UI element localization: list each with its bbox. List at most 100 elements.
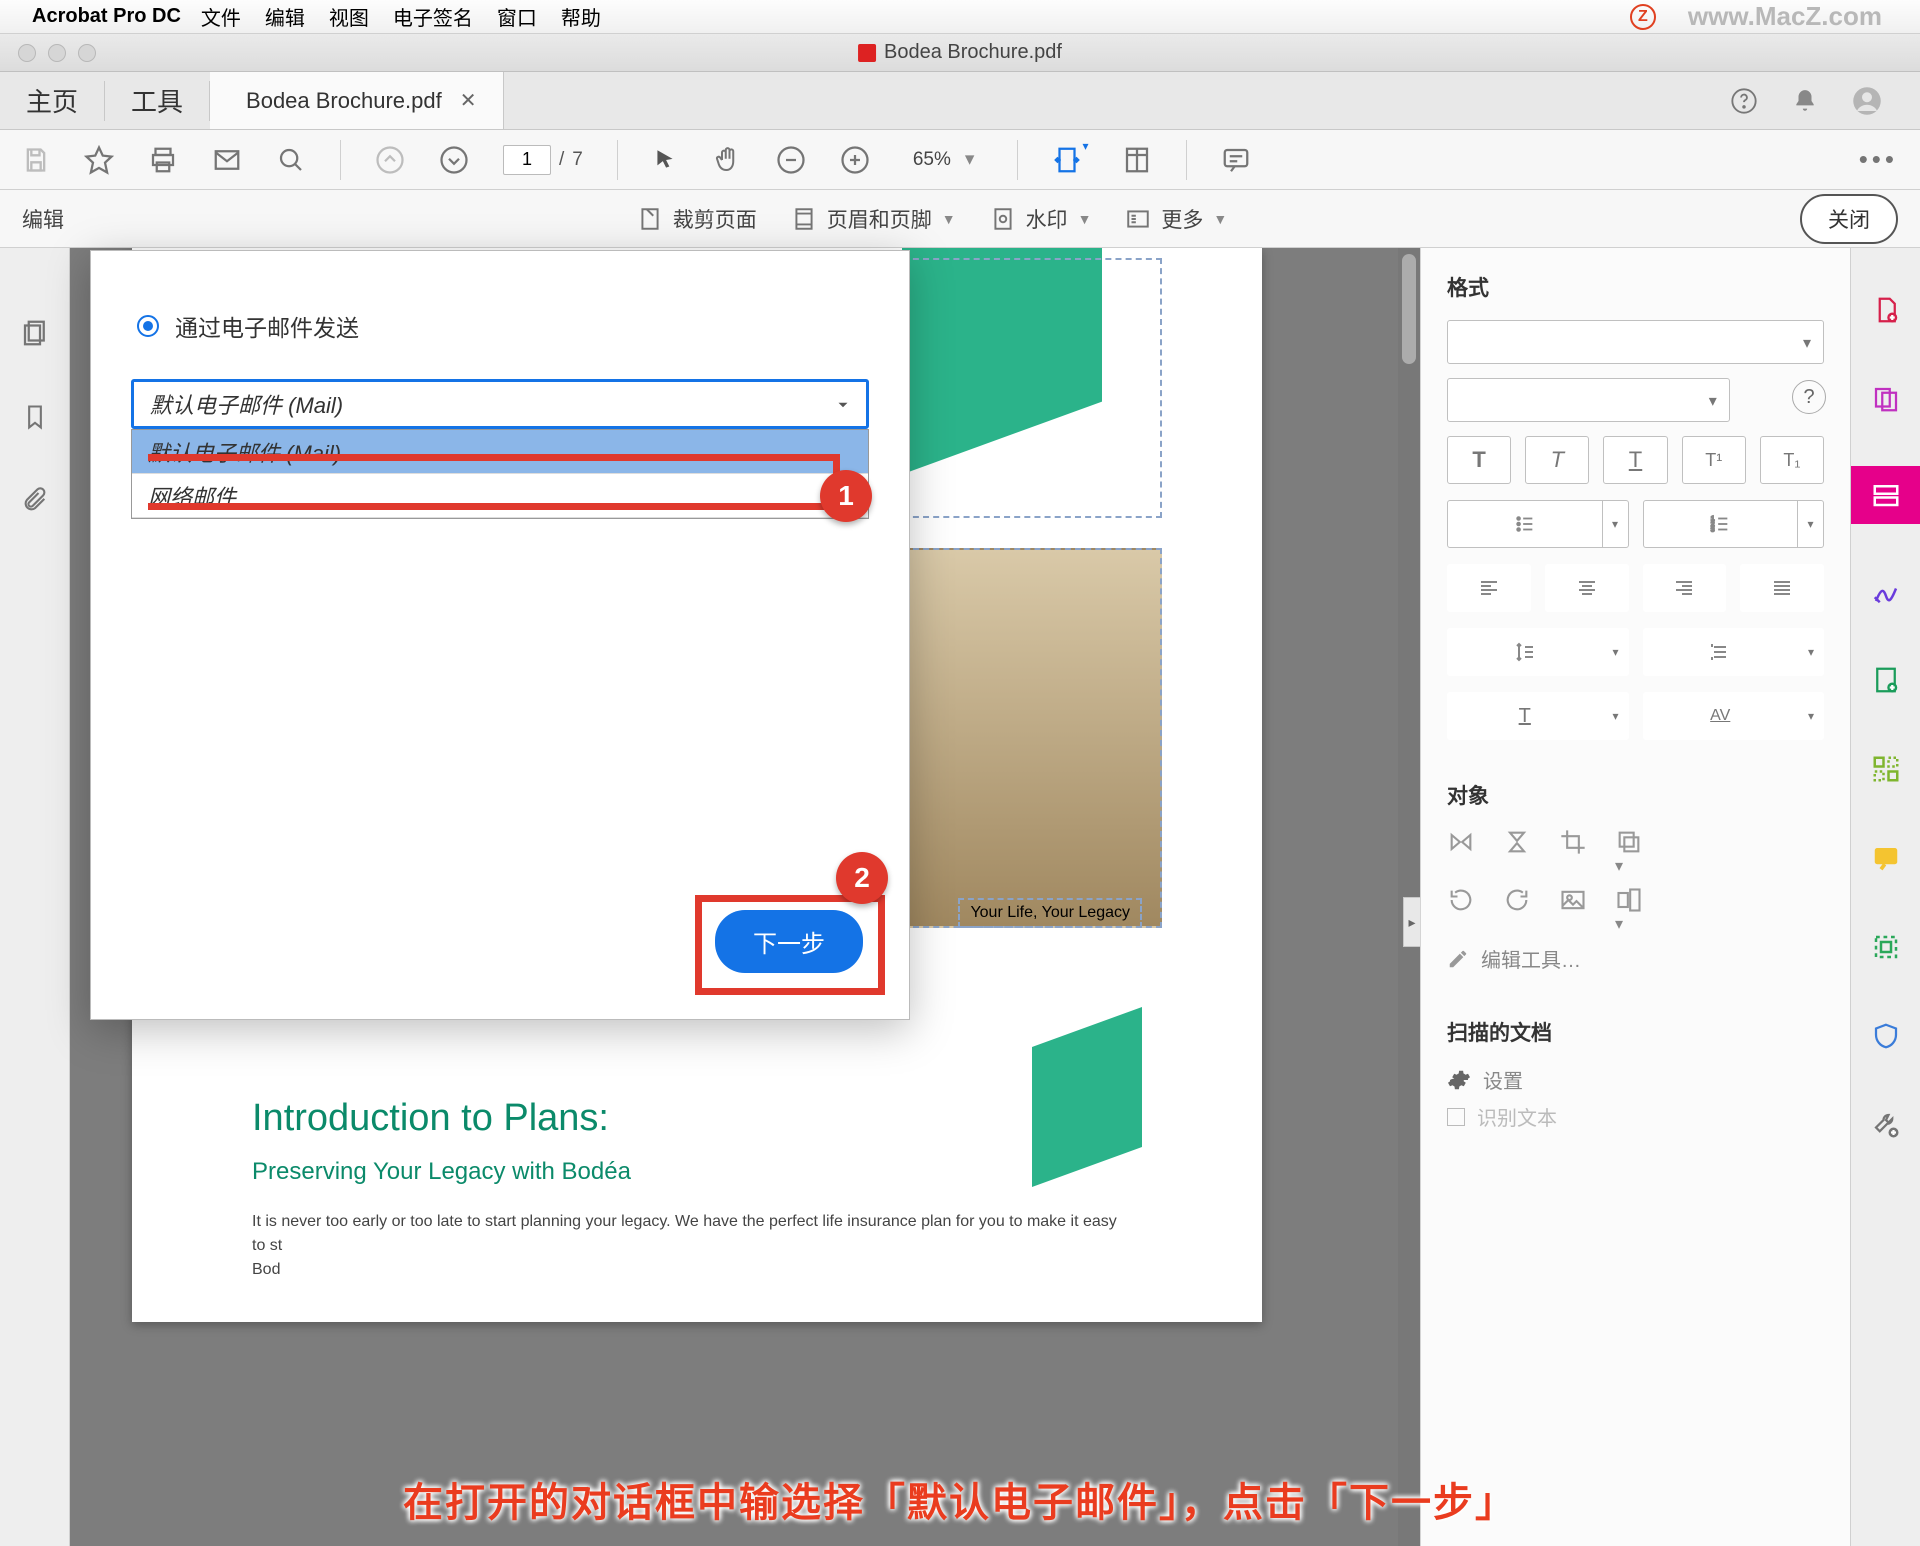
settings-button[interactable]: 设置	[1447, 1065, 1824, 1094]
align-center-button[interactable]	[1545, 564, 1629, 612]
edit-pdf-icon[interactable]	[1851, 466, 1920, 524]
scan-title: 扫描的文档	[1447, 1017, 1824, 1047]
edit-toolbar: 编辑 裁剪页面 页眉和页脚▼ 水印▼ 更多▼ 关闭	[0, 190, 1920, 248]
comment-icon[interactable]	[1221, 145, 1251, 175]
superscript-button[interactable]: T¹	[1682, 436, 1746, 484]
save-icon[interactable]	[22, 146, 50, 174]
menu-file[interactable]: 文件	[201, 2, 241, 31]
doc-body: Bod	[252, 1258, 1142, 1282]
align-objects-icon[interactable]: ▾	[1615, 886, 1643, 934]
menu-view[interactable]: 视图	[329, 2, 369, 31]
organize-icon[interactable]	[1864, 747, 1908, 791]
more-icon[interactable]: •••	[1859, 144, 1898, 175]
window-title: Bodea Brochure.pdf	[858, 41, 1062, 64]
align-right-button[interactable]	[1643, 564, 1727, 612]
flip-h-icon[interactable]	[1447, 828, 1475, 876]
create-pdf-icon[interactable]	[1864, 288, 1908, 332]
page-up-icon[interactable]	[375, 145, 405, 175]
tab-home[interactable]: 主页	[0, 72, 104, 129]
rotate-ccw-icon[interactable]	[1447, 886, 1475, 934]
crop-icon[interactable]	[1559, 828, 1587, 876]
cursor-icon[interactable]	[652, 147, 678, 173]
window-title-text: Bodea Brochure.pdf	[884, 41, 1062, 64]
rotate-cw-icon[interactable]	[1503, 886, 1531, 934]
tool-watermark[interactable]: 水印▼	[990, 204, 1092, 234]
bookmark-icon[interactable]	[21, 403, 49, 431]
scan-tool-icon[interactable]	[1864, 925, 1908, 969]
page-total: 7	[572, 149, 583, 171]
number-list-button[interactable]: 123▾	[1643, 500, 1825, 548]
protect-icon[interactable]	[1864, 1014, 1908, 1058]
doc-heading: Introduction to Plans:	[252, 1097, 1142, 1140]
tool-edit[interactable]: 编辑	[22, 204, 64, 234]
app-name[interactable]: Acrobat Pro DC	[32, 5, 181, 28]
z-status-icon: Z	[1630, 4, 1656, 30]
horizontal-scale-button[interactable]: T▾	[1447, 692, 1629, 740]
bell-icon[interactable]	[1792, 88, 1818, 114]
format-title: 格式	[1447, 272, 1824, 302]
bold-button[interactable]: T	[1447, 436, 1511, 484]
zoom-out-icon[interactable]	[776, 145, 806, 175]
separator	[1186, 140, 1187, 180]
pages-icon[interactable]	[20, 318, 50, 348]
tagline-box[interactable]: Your Life, Your Legacy	[958, 898, 1142, 928]
hand-icon[interactable]	[712, 145, 742, 175]
menu-edit[interactable]: 编辑	[265, 2, 305, 31]
tab-row: 主页 工具 Bodea Brochure.pdf ✕	[0, 72, 1920, 130]
help-icon[interactable]	[1730, 87, 1758, 115]
italic-button[interactable]: T	[1525, 436, 1589, 484]
more-tools-icon[interactable]	[1864, 1103, 1908, 1147]
traffic-lights[interactable]	[0, 44, 96, 62]
close-button[interactable]: 关闭	[1800, 194, 1898, 244]
tool-crop[interactable]: 裁剪页面	[637, 204, 757, 234]
doc-subheading: Preserving Your Legacy with Bodéa	[252, 1158, 1142, 1186]
combine-pdf-icon[interactable]	[1864, 377, 1908, 421]
help-icon[interactable]: ?	[1792, 380, 1826, 414]
color-button[interactable]: T	[1603, 436, 1667, 484]
zoom-select[interactable]: 65% ▾	[904, 143, 984, 176]
tab-close-icon[interactable]: ✕	[460, 88, 477, 113]
account-icon[interactable]	[1852, 86, 1882, 116]
paragraph-spacing-button[interactable]: ▾	[1643, 628, 1825, 676]
mail-icon[interactable]	[212, 145, 242, 175]
align-justify-button[interactable]	[1740, 564, 1824, 612]
sign-icon[interactable]	[1864, 569, 1908, 613]
subscript-button[interactable]: T₁	[1760, 436, 1824, 484]
search-icon[interactable]	[276, 145, 306, 175]
email-client-select[interactable]: 默认电子邮件 (Mail)	[131, 379, 869, 429]
star-icon[interactable]	[84, 145, 114, 175]
page-down-icon[interactable]	[439, 145, 469, 175]
tool-header-footer[interactable]: 页眉和页脚▼	[791, 204, 956, 234]
menu-help[interactable]: 帮助	[561, 2, 601, 31]
comment-tool-icon[interactable]	[1864, 836, 1908, 880]
edit-tools-button[interactable]: 编辑工具…	[1447, 944, 1824, 973]
instruction-caption: 在打开的对话框中输选择「默认电子邮件」，点击「下一步」	[0, 1470, 1920, 1528]
attachment-icon[interactable]	[21, 486, 49, 514]
font-family-select[interactable]: ▾	[1447, 320, 1824, 364]
menu-esign[interactable]: 电子签名	[393, 2, 473, 31]
line-spacing-button[interactable]: ▾	[1447, 628, 1629, 676]
scroll-thumb[interactable]	[1402, 254, 1416, 364]
tool-more[interactable]: 更多▼	[1125, 204, 1227, 234]
object-title: 对象	[1447, 780, 1824, 810]
tab-file[interactable]: Bodea Brochure.pdf ✕	[210, 72, 503, 129]
panel-toggle-icon[interactable]: ▸	[1403, 897, 1420, 947]
flip-v-icon[interactable]	[1503, 828, 1531, 876]
char-spacing-button[interactable]: AV▾	[1643, 692, 1825, 740]
menu-window[interactable]: 窗口	[497, 2, 537, 31]
tab-tools[interactable]: 工具	[105, 72, 209, 129]
align-left-button[interactable]	[1447, 564, 1531, 612]
export-pdf-icon[interactable]	[1864, 658, 1908, 702]
font-size-select[interactable]: ▾	[1447, 378, 1730, 422]
zoom-in-icon[interactable]	[840, 145, 870, 175]
print-icon[interactable]	[148, 145, 178, 175]
page-current-input[interactable]	[503, 145, 551, 175]
replace-image-icon[interactable]	[1559, 886, 1587, 934]
recognize-text-button[interactable]: 识别文本	[1447, 1102, 1824, 1131]
page-view-icon[interactable]	[1122, 145, 1152, 175]
arrange-icon[interactable]: ▾	[1615, 828, 1643, 876]
bullet-list-button[interactable]: ▾	[1447, 500, 1629, 548]
fit-width-icon[interactable]: ▾	[1052, 145, 1088, 175]
send-by-email-radio[interactable]: 通过电子邮件发送	[137, 309, 869, 343]
select-value: 默认电子邮件 (Mail)	[150, 388, 343, 420]
